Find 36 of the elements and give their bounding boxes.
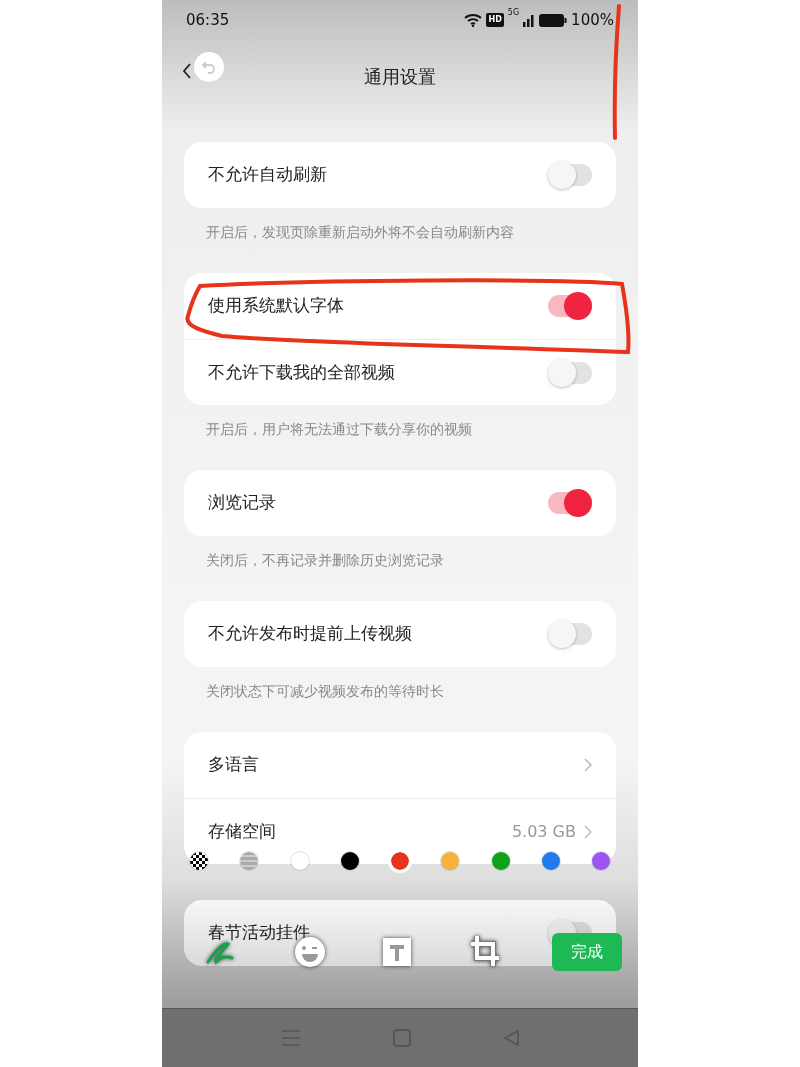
setting-label: 多语言 bbox=[208, 753, 259, 777]
setting-label: 不允许发布时提前上传视频 bbox=[208, 622, 412, 646]
setting-value: 5.03 GB bbox=[511, 820, 576, 843]
setting-label: 春节活动挂件 bbox=[208, 921, 310, 945]
setting-caption: 关闭后，不再记录并删除历史浏览记录 bbox=[205, 551, 445, 570]
undo-icon bbox=[201, 60, 217, 74]
setting-label: 不允许下载我的全部视频 bbox=[208, 360, 395, 384]
setting-label: 不允许自动刷新 bbox=[208, 163, 327, 187]
color-swatch[interactable] bbox=[391, 852, 409, 870]
chevron-icon[interactable] bbox=[584, 758, 592, 772]
setting-label: 浏览记录 bbox=[208, 491, 276, 515]
toggle-switch[interactable] bbox=[548, 164, 592, 186]
setting-label: 使用系统默认字体 bbox=[208, 294, 344, 318]
toggle-switch[interactable] bbox=[548, 623, 592, 645]
toggle-switch[interactable] bbox=[548, 295, 592, 317]
mosaic-swatch[interactable] bbox=[240, 852, 259, 870]
setting-caption: 开启后，用户将无法通过下载分享你的视频 bbox=[205, 420, 473, 439]
network-label: 5G bbox=[507, 6, 520, 19]
transparent-swatch[interactable] bbox=[190, 852, 208, 870]
toggle-switch[interactable] bbox=[548, 361, 592, 384]
chevron-icon[interactable] bbox=[584, 824, 592, 839]
done-button[interactable]: 完成 bbox=[552, 933, 622, 971]
wifi-icon bbox=[464, 13, 483, 27]
signal-icon bbox=[523, 13, 536, 27]
battery-percent: 100% bbox=[571, 9, 614, 31]
setting-caption: 开启后，发现页除重新启动外将不会自动刷新内容 bbox=[205, 223, 515, 242]
color-swatch[interactable] bbox=[592, 852, 610, 870]
setting-label: 存储空间 bbox=[208, 819, 276, 843]
battery-icon bbox=[539, 13, 568, 27]
hd-badge: HD bbox=[486, 13, 504, 27]
color-swatch[interactable] bbox=[441, 852, 460, 870]
status-time: 06:35 bbox=[186, 9, 230, 31]
toggle-switch[interactable] bbox=[548, 492, 592, 514]
back-icon[interactable] bbox=[182, 62, 192, 80]
page-title: 通用设置 bbox=[364, 64, 436, 89]
setting-caption: 关闭状态下可减少视频发布的等待时长 bbox=[205, 682, 445, 701]
